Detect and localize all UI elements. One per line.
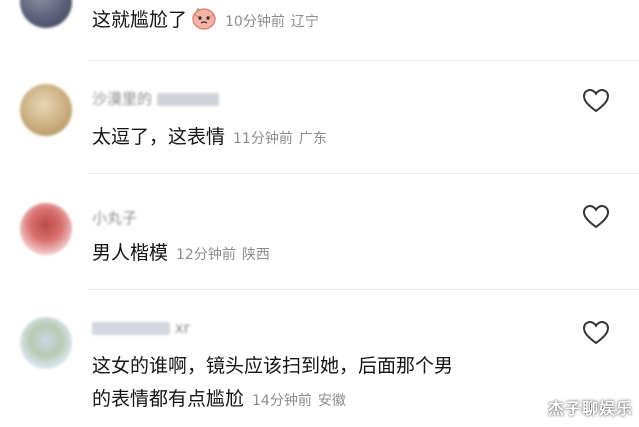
comment-item: 小丸子 男人楷模 12分钟前 陕西 (0, 173, 639, 289)
comment-location: 辽宁 (290, 14, 319, 30)
embarrassed-face-emoji (191, 6, 217, 37)
avatar[interactable] (20, 317, 72, 369)
avatar[interactable] (20, 84, 72, 136)
comment-item: xr 这女的谁啊，镜头应该扫到她，后面那个男 的表情都有点尴尬 14分钟前 安徽 (0, 289, 639, 427)
comment-meta: 12分钟前 陕西 (176, 247, 270, 263)
comment-body: 这就尴尬了 (92, 9, 188, 31)
username[interactable]: xr (92, 319, 190, 337)
heart-outline-icon[interactable] (582, 320, 610, 346)
comment-meta: 11分钟前 广东 (233, 131, 327, 147)
avatar[interactable] (20, 203, 72, 255)
comment-time: 14分钟前 (252, 393, 312, 409)
comment-text: 太逗了，这表情 11分钟前 广东 (92, 124, 327, 152)
comment-time: 10分钟前 (225, 14, 285, 30)
avatar[interactable] (20, 0, 72, 28)
comment-meta: 10分钟前 辽宁 (225, 14, 319, 30)
username[interactable]: 沙漠里的 (92, 88, 219, 109)
comment-location: 安徽 (317, 393, 346, 409)
comment-time: 11分钟前 (233, 131, 293, 147)
comment-location: 广东 (298, 131, 327, 147)
comment-body: 男人楷模 (92, 242, 169, 264)
comment-text: 这就尴尬了 10分钟前 辽宁 (92, 6, 319, 37)
comment-item: 沙漠里的 太逗了，这表情 11分钟前 广东 (0, 60, 639, 173)
comment-body: 太逗了，这表情 (92, 126, 226, 148)
comment-body-line1: 这女的谁啊，镜头应该扫到她，后面那个男 (92, 355, 454, 377)
watermark: 杰子聊娱乐 (547, 399, 633, 418)
comment-text: 这女的谁啊，镜头应该扫到她，后面那个男 的表情都有点尴尬 14分钟前 安徽 (92, 353, 453, 414)
heart-outline-icon[interactable] (582, 88, 610, 114)
comment-time: 12分钟前 (176, 247, 236, 263)
comment-item: 这就尴尬了 10分钟前 辽宁 (0, 0, 639, 60)
username[interactable]: 小丸子 (92, 207, 137, 228)
heart-outline-icon[interactable] (582, 204, 610, 230)
comment-location: 陕西 (241, 247, 270, 263)
comment-body-line2: 的表情都有点尴尬 (92, 388, 245, 410)
comment-meta: 14分钟前 安徽 (252, 393, 346, 409)
comment-text: 男人楷模 12分钟前 陕西 (92, 240, 270, 268)
